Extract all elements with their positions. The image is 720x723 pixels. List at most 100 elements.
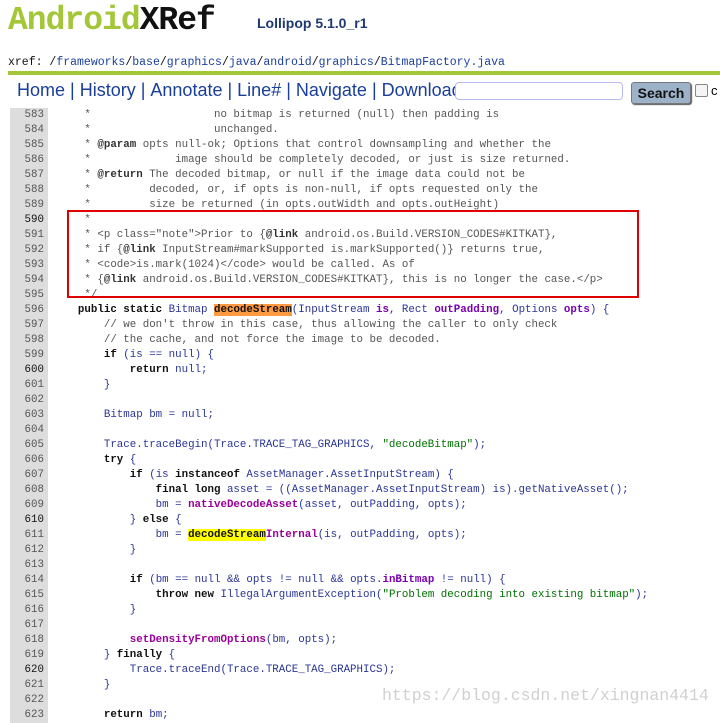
code-token[interactable]: ) { xyxy=(590,304,609,316)
line-number-link[interactable]: 613 xyxy=(10,558,48,573)
code-token[interactable]: } xyxy=(52,604,136,616)
breadcrumb-link[interactable]: graphics xyxy=(319,56,374,69)
line-number-link[interactable]: 598 xyxy=(10,333,48,348)
code-token[interactable]: Trace.traceEnd(Trace.TRACE_TAG_GRAPHICS)… xyxy=(52,664,396,676)
line-number-link[interactable]: 602 xyxy=(10,393,48,408)
code-token[interactable]: AssetManager.AssetInputStream) { xyxy=(240,469,453,481)
code-token[interactable]: (bm, opts); xyxy=(266,634,337,646)
code-token[interactable]: } xyxy=(52,544,136,556)
line-number-link[interactable]: 607 xyxy=(10,468,48,483)
nav-annotate-link[interactable]: Annotate xyxy=(150,80,222,101)
code-token[interactable]: nativeDecodeAsset xyxy=(188,499,298,511)
code-token[interactable]: { xyxy=(123,454,137,466)
code-token[interactable]: (bm == null && opts != null && opts. xyxy=(143,574,382,586)
line-number-link[interactable]: 620 xyxy=(10,663,48,678)
code-token[interactable]: is xyxy=(376,304,389,316)
code-token[interactable]: asset = ((AssetManager.AssetInputStream)… xyxy=(220,484,629,496)
line-number-link[interactable]: 589 xyxy=(10,198,48,213)
code-token[interactable]: (is, outPadding, opts); xyxy=(318,529,467,541)
line-number-link[interactable]: 596 xyxy=(10,303,48,318)
code-token[interactable]: } xyxy=(52,679,111,691)
code-token[interactable]: inBitmap xyxy=(382,574,434,586)
code-token[interactable]: { xyxy=(162,649,176,661)
breadcrumb-prefix: xref: / xyxy=(8,56,57,69)
line-number-link[interactable]: 603 xyxy=(10,408,48,423)
code-token[interactable]: , Rect xyxy=(389,304,434,316)
line-number-link[interactable]: 605 xyxy=(10,438,48,453)
line-number-link[interactable]: 622 xyxy=(10,693,48,708)
code-token[interactable]: bm = xyxy=(52,529,188,541)
code-token[interactable]: } xyxy=(52,379,111,391)
line-number-link[interactable]: 623 xyxy=(10,708,48,723)
code-token[interactable]: Internal xyxy=(266,529,318,541)
line-number-link[interactable]: 585 xyxy=(10,138,48,153)
code-token[interactable]: { xyxy=(169,514,182,526)
line-number-link[interactable]: 584 xyxy=(10,123,48,138)
line-number-link[interactable]: 609 xyxy=(10,498,48,513)
line-number-link[interactable]: 606 xyxy=(10,453,48,468)
line-number-link[interactable]: 587 xyxy=(10,168,48,183)
code-token[interactable]: (InputStream xyxy=(292,304,376,316)
line-number-link[interactable]: 599 xyxy=(10,348,48,363)
code-token[interactable]: IllegalArgumentException( xyxy=(214,589,382,601)
line-number-link[interactable]: 608 xyxy=(10,483,48,498)
breadcrumb-link[interactable]: frameworks xyxy=(56,56,125,69)
search-input[interactable] xyxy=(455,82,623,100)
line-number-link[interactable]: 614 xyxy=(10,573,48,588)
line-number-link[interactable]: 612 xyxy=(10,543,48,558)
line-number-link[interactable]: 593 xyxy=(10,258,48,273)
line-number-link[interactable]: 588 xyxy=(10,183,48,198)
code-token[interactable]: ); xyxy=(635,589,648,601)
code-token[interactable]: setDensityFromOptions xyxy=(130,634,266,646)
breadcrumb-link[interactable]: base xyxy=(132,56,160,69)
search-button[interactable]: Search xyxy=(631,82,691,104)
code-token[interactable]: Bitmap xyxy=(169,304,214,316)
option-checkbox[interactable] xyxy=(695,84,708,97)
line-number-link[interactable]: 583 xyxy=(10,108,48,123)
line-number-link[interactable]: 615 xyxy=(10,588,48,603)
line-number-link[interactable]: 619 xyxy=(10,648,48,663)
line-number-link[interactable]: 597 xyxy=(10,318,48,333)
code-token[interactable]: null; xyxy=(169,364,207,376)
line-number-link[interactable]: 610 xyxy=(10,513,48,528)
code-token[interactable]: , Options xyxy=(499,304,564,316)
line-number-link[interactable]: 594 xyxy=(10,273,48,288)
line-number-link[interactable]: 590 xyxy=(10,213,48,228)
code-token[interactable]: Trace.traceBegin(Trace.TRACE_TAG_GRAPHIC… xyxy=(52,439,382,451)
code-token[interactable]: opts xyxy=(564,304,590,316)
nav-home-link[interactable]: Home xyxy=(17,80,65,101)
header-divider xyxy=(8,71,720,75)
line-number-link[interactable]: 600 xyxy=(10,363,48,378)
line-number-link[interactable]: 592 xyxy=(10,243,48,258)
code-token[interactable]: bm; xyxy=(143,709,168,721)
line-number-link[interactable]: 617 xyxy=(10,618,48,633)
line-number-link[interactable]: 591 xyxy=(10,228,48,243)
code-token[interactable]: ); xyxy=(473,439,486,451)
line-number-link[interactable]: 595 xyxy=(10,288,48,303)
breadcrumb-link[interactable]: BitmapFactory.java xyxy=(381,56,505,69)
nav-history-link[interactable]: History xyxy=(80,80,136,101)
line-number-link[interactable]: 601 xyxy=(10,378,48,393)
code-token[interactable]: (asset, outPadding, opts); xyxy=(298,499,466,511)
breadcrumb-link[interactable]: graphics xyxy=(167,56,222,69)
nav-download-link[interactable]: Download xyxy=(382,80,462,101)
code-token[interactable]: != null) { xyxy=(434,574,506,586)
code-token[interactable]: } xyxy=(52,514,143,526)
code-token[interactable]: bm = xyxy=(52,499,188,511)
nav-line-link[interactable]: Line# xyxy=(237,80,281,101)
breadcrumb-link[interactable]: android xyxy=(263,56,311,69)
line-number-link[interactable]: 618 xyxy=(10,633,48,648)
androidxref-logo[interactable]: AndroidXRef xyxy=(8,2,216,39)
code-token[interactable]: } xyxy=(52,649,117,661)
line-number-link[interactable]: 586 xyxy=(10,153,48,168)
line-number-link[interactable]: 611 xyxy=(10,528,48,543)
code-token[interactable]: (is == null) { xyxy=(117,349,214,361)
line-number-link[interactable]: 604 xyxy=(10,423,48,438)
nav-navigate-link[interactable]: Navigate xyxy=(296,80,367,101)
code-token[interactable]: Bitmap bm = null; xyxy=(52,409,214,421)
code-token[interactable]: (is xyxy=(143,469,175,481)
breadcrumb-link[interactable]: java xyxy=(229,56,257,69)
line-number-link[interactable]: 621 xyxy=(10,678,48,693)
code-token[interactable]: outPadding xyxy=(434,304,499,316)
line-number-link[interactable]: 616 xyxy=(10,603,48,618)
